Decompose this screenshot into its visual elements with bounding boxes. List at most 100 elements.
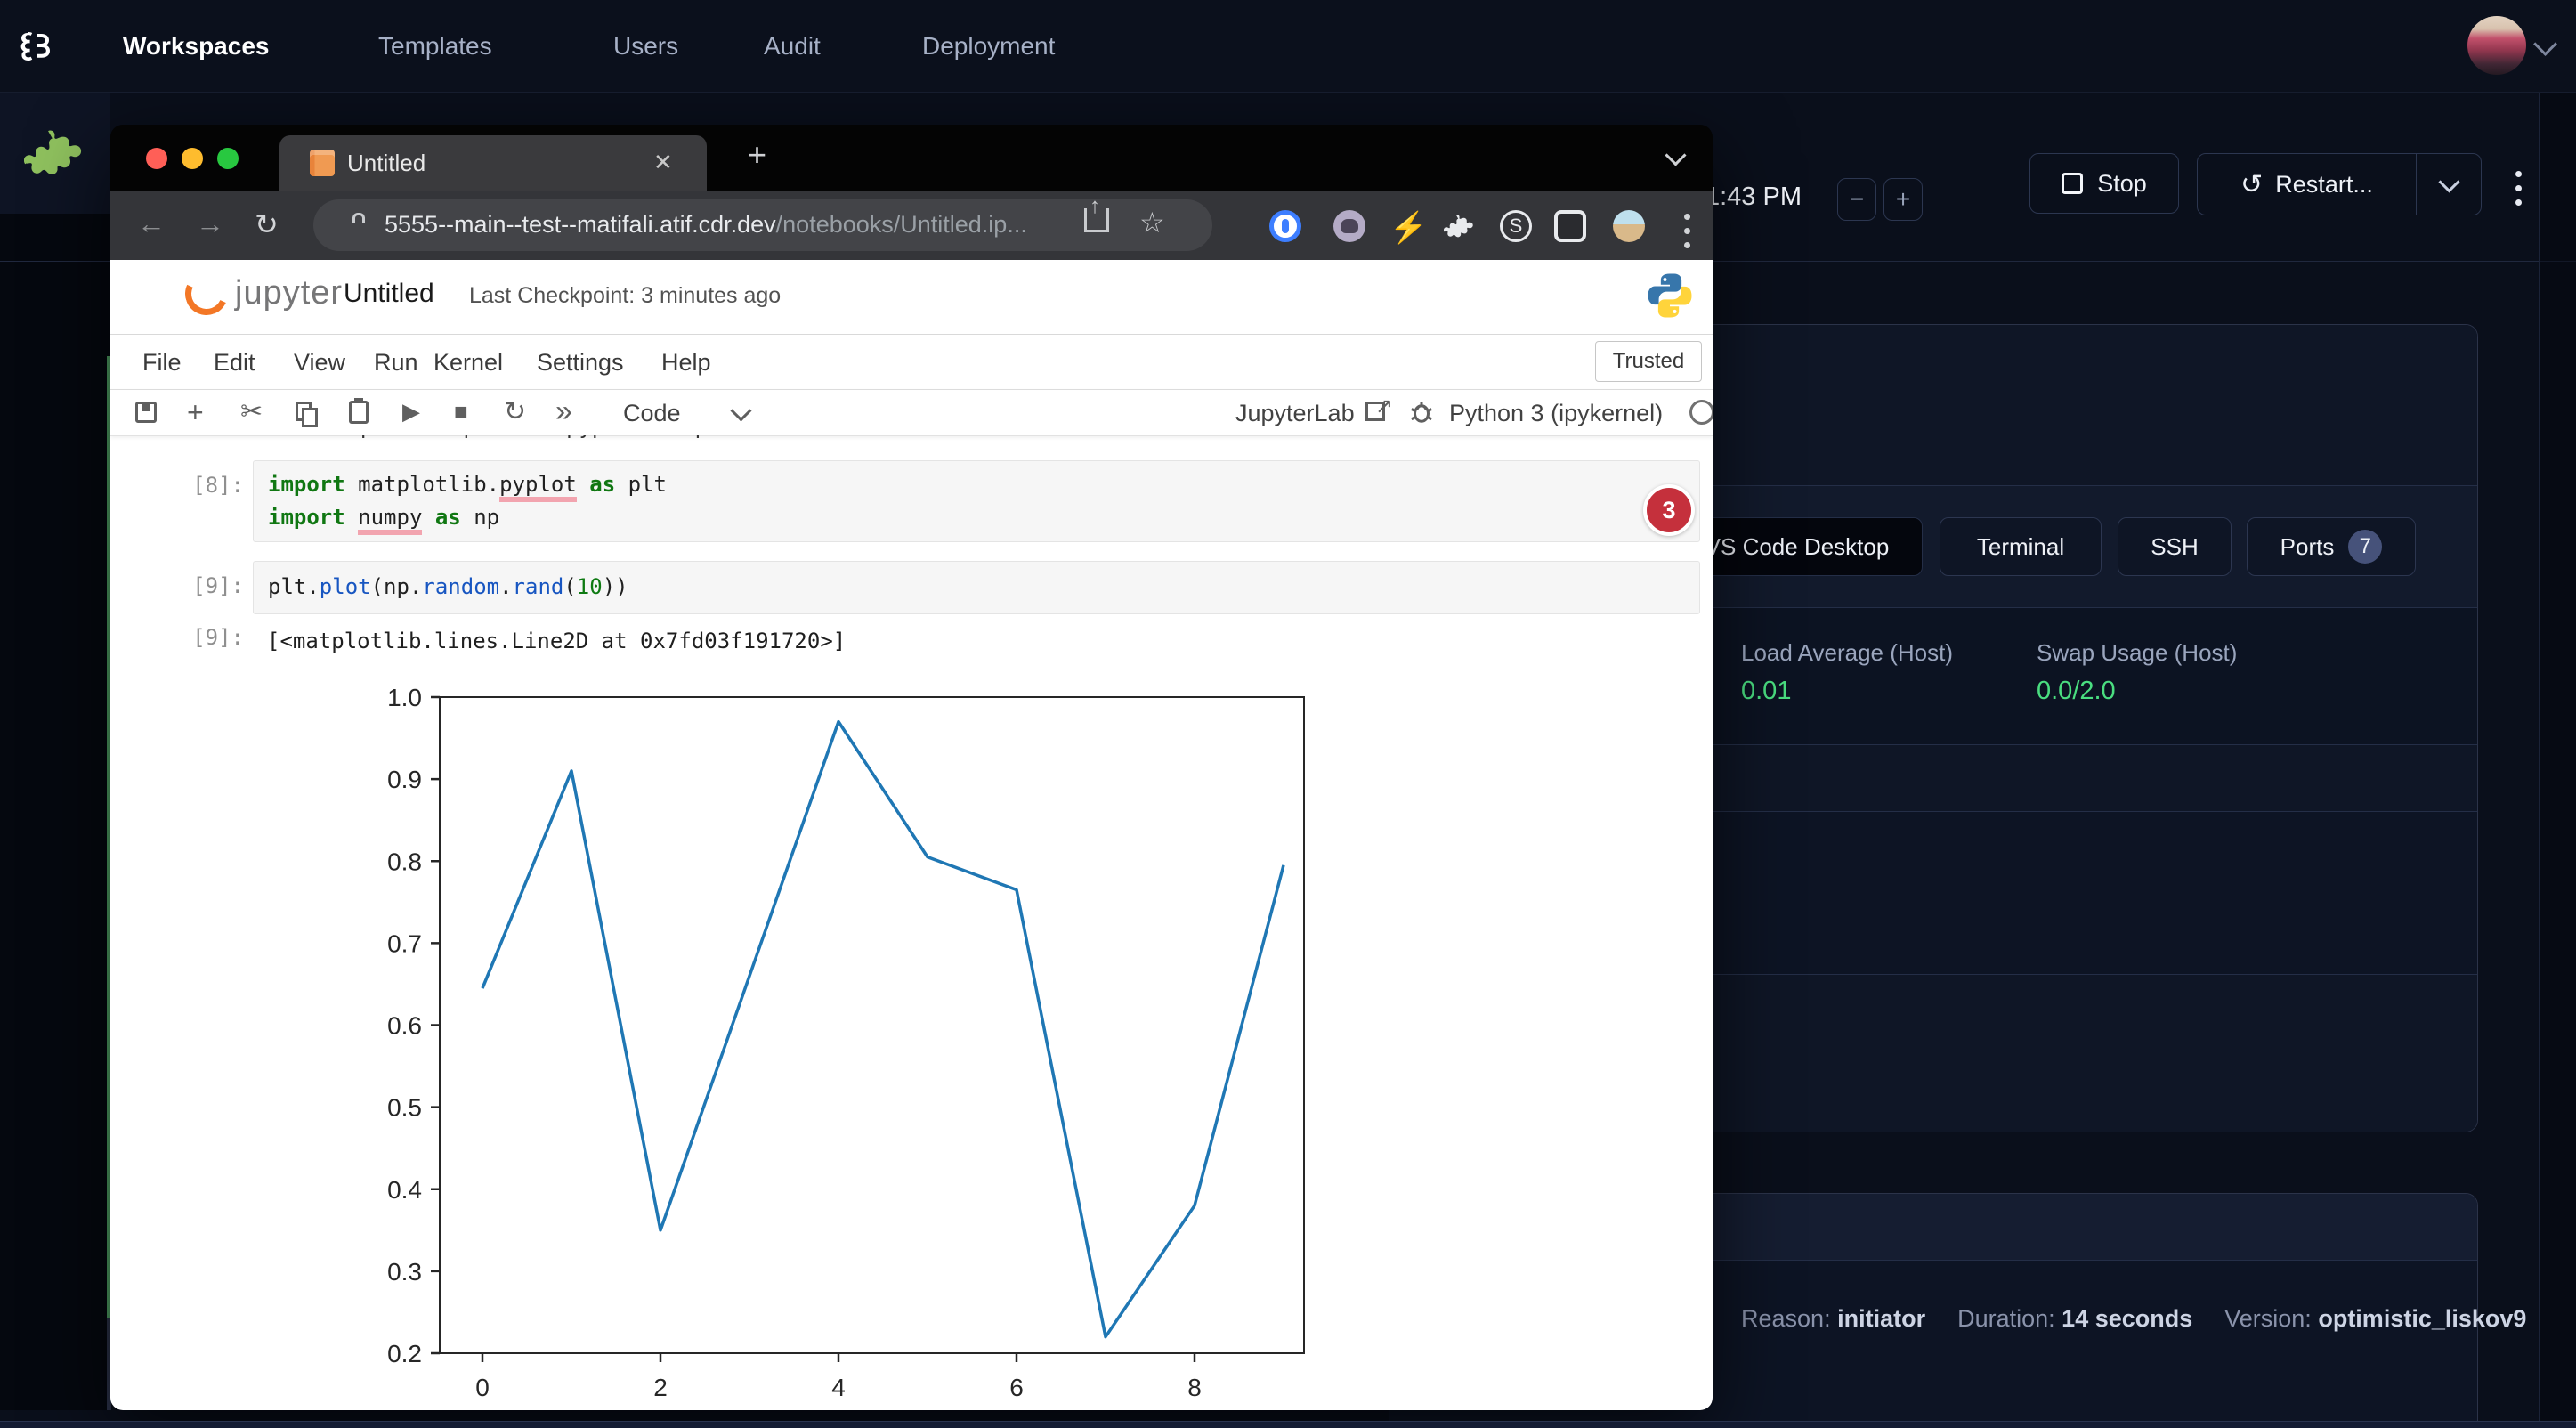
- increase-time-button[interactable]: +: [1883, 178, 1923, 221]
- jupyter-logo-icon: [179, 266, 234, 321]
- menu-settings[interactable]: Settings: [537, 349, 624, 377]
- stop-square-icon: [2062, 173, 2083, 194]
- restart-label: Restart...: [2275, 171, 2373, 199]
- cell-type-select[interactable]: Code: [623, 400, 681, 427]
- code-cell-8[interactable]: import matplotlib.pyplot as plt import n…: [253, 460, 1700, 542]
- share-icon[interactable]: ↑: [1084, 208, 1109, 232]
- nav-item-users[interactable]: Users: [613, 32, 678, 61]
- svg-text:0: 0: [475, 1374, 490, 1401]
- restart-icon: ↺: [2240, 169, 2263, 200]
- checkpoint-status: Last Checkpoint: 3 minutes ago: [469, 283, 781, 309]
- bolt-extension-icon[interactable]: ⚡: [1389, 210, 1422, 242]
- interrupt-kernel-icon[interactable]: ■: [454, 398, 468, 426]
- nav-item-templates[interactable]: Templates: [378, 32, 492, 61]
- restart-run-all-icon[interactable]: »: [555, 394, 572, 429]
- svg-text:8: 8: [1187, 1374, 1202, 1401]
- paste-cells-icon[interactable]: [349, 401, 369, 424]
- user-menu-chevron-down-icon[interactable]: [2533, 32, 2557, 56]
- stop-workspace-button[interactable]: Stop: [2029, 153, 2179, 214]
- collaborator-count-badge[interactable]: 3: [1643, 484, 1695, 536]
- zoom-window-traffic-light[interactable]: [217, 148, 239, 169]
- menu-kernel[interactable]: Kernel: [433, 349, 503, 377]
- jupyter-toolbar: + ✂ ▶ ■ ↻ » Code JupyterLab ↗ Python 3 (…: [110, 389, 1713, 436]
- svg-text:4: 4: [831, 1374, 846, 1401]
- debugger-bug-icon[interactable]: [1408, 398, 1435, 425]
- jupyter-favicon: [310, 150, 335, 176]
- forward-icon[interactable]: →: [196, 207, 224, 240]
- menu-edit[interactable]: Edit: [214, 349, 255, 377]
- save-icon[interactable]: [135, 402, 157, 423]
- code-cell-9[interactable]: plt.plot(np.random.rand(10)): [253, 561, 1700, 614]
- back-icon[interactable]: ←: [137, 207, 166, 240]
- build-meta-row: Reason: initiator Duration: 14 seconds V…: [1741, 1305, 2526, 1333]
- browser-menu-kebab-icon[interactable]: [1684, 214, 1690, 248]
- cell-type-chevron-down-icon[interactable]: [730, 400, 751, 421]
- svg-text:0.6: 0.6: [387, 1012, 422, 1040]
- svg-text:0.9: 0.9: [387, 766, 422, 793]
- jupyter-brand: jupyter: [235, 274, 343, 312]
- nav-item-audit[interactable]: Audit: [764, 32, 821, 61]
- app-ports-button[interactable]: Ports 7: [2247, 517, 2416, 576]
- user-avatar[interactable]: [2467, 16, 2526, 75]
- bookmark-star-icon[interactable]: ☆: [1139, 206, 1165, 239]
- tab-search-chevron-down-icon[interactable]: [1665, 144, 1686, 166]
- cell8-prompt: [8]:: [164, 473, 244, 498]
- notebook-title[interactable]: Untitled: [344, 279, 434, 309]
- browser-toolbar: ← → ↻ 5555--main--test--matifali.atif.cd…: [110, 191, 1713, 260]
- svg-text:0.8: 0.8: [387, 848, 422, 875]
- output9-text: [<matplotlib.lines.Line2D at 0x7fd03f191…: [267, 625, 846, 658]
- nav-item-deployment[interactable]: Deployment: [922, 32, 1055, 61]
- matplotlib-line-chart: 1.00.90.80.70.60.50.40.30.202468: [267, 675, 1326, 1408]
- browser-tab[interactable]: Untitled ✕: [279, 135, 707, 191]
- run-cell-icon[interactable]: ▶: [402, 398, 420, 426]
- screen: Workspaces Templates Users Audit Deploym…: [0, 0, 2576, 1428]
- close-window-traffic-light[interactable]: [146, 148, 167, 169]
- cell8-line1[interactable]: import matplotlib.pyplot as plt: [268, 468, 1699, 501]
- restart-split-button[interactable]: ↺ Restart...: [2197, 153, 2482, 215]
- copy-cells-icon[interactable]: [296, 402, 312, 421]
- cell8-line2[interactable]: import numpy as np: [268, 501, 1699, 534]
- app-terminal-button[interactable]: Terminal: [1940, 517, 2102, 576]
- github-extension-icon[interactable]: [1333, 210, 1365, 242]
- chrome-profile-avatar[interactable]: [1613, 210, 1645, 242]
- restart-main[interactable]: ↺ Restart...: [2198, 169, 2416, 200]
- new-tab-button[interactable]: +: [748, 136, 766, 174]
- menu-help[interactable]: Help: [661, 349, 711, 377]
- decrease-time-button[interactable]: −: [1837, 178, 1876, 221]
- trusted-button[interactable]: Trusted: [1595, 341, 1702, 382]
- dark-mode-extension-icon[interactable]: [1554, 210, 1586, 242]
- output9-prompt: [9]:: [164, 625, 244, 650]
- extension-s-icon[interactable]: S: [1500, 210, 1532, 242]
- cell9-line[interactable]: plt.plot(np.random.rand(10)): [254, 562, 1699, 604]
- menu-view[interactable]: View: [294, 349, 345, 377]
- page-scroll-gutter[interactable]: [2539, 92, 2576, 1428]
- app-ssh-button[interactable]: SSH: [2118, 517, 2232, 576]
- open-jupyterlab-link[interactable]: JupyterLab: [1235, 400, 1355, 427]
- reload-icon[interactable]: ↻: [255, 207, 279, 241]
- tab-close-icon[interactable]: ✕: [653, 149, 673, 176]
- cut-cells-icon[interactable]: ✂: [240, 396, 263, 427]
- workspace-more-menu[interactable]: [2515, 171, 2522, 206]
- restart-chevron-down-icon: [2438, 171, 2459, 192]
- python-kernel-logo-icon: [1645, 271, 1695, 320]
- svg-text:6: 6: [1009, 1374, 1024, 1401]
- insert-cell-icon[interactable]: +: [187, 396, 204, 429]
- menu-run[interactable]: Run: [374, 349, 418, 377]
- kernel-name[interactable]: Python 3 (ipykernel): [1449, 400, 1663, 427]
- url-text[interactable]: 5555--main--test--matifali.atif.cdr.dev/…: [385, 211, 1027, 239]
- onepassword-extension-icon[interactable]: [1269, 210, 1301, 242]
- swap-usage-value: 0.0/2.0: [2037, 677, 2116, 706]
- workspace-header-left: [0, 92, 110, 215]
- puzzle-extension-icon[interactable]: [1444, 210, 1476, 242]
- address-bar[interactable]: 5555--main--test--matifali.atif.cdr.dev/…: [313, 199, 1212, 251]
- coder-logo-icon[interactable]: [14, 25, 57, 68]
- load-average-label: Load Average (Host): [1741, 639, 1953, 667]
- menu-file[interactable]: File: [142, 349, 182, 377]
- restart-options[interactable]: [2417, 180, 2481, 190]
- restart-kernel-icon[interactable]: ↻: [504, 396, 526, 427]
- nav-item-workspaces[interactable]: Workspaces: [123, 32, 269, 61]
- cell9-prompt: [9]:: [164, 573, 244, 598]
- jupyter-menubar: File Edit View Run Kernel Settings Help …: [110, 334, 1713, 390]
- minimize-window-traffic-light[interactable]: [182, 148, 203, 169]
- workspace-template-puzzle-icon: [24, 129, 88, 184]
